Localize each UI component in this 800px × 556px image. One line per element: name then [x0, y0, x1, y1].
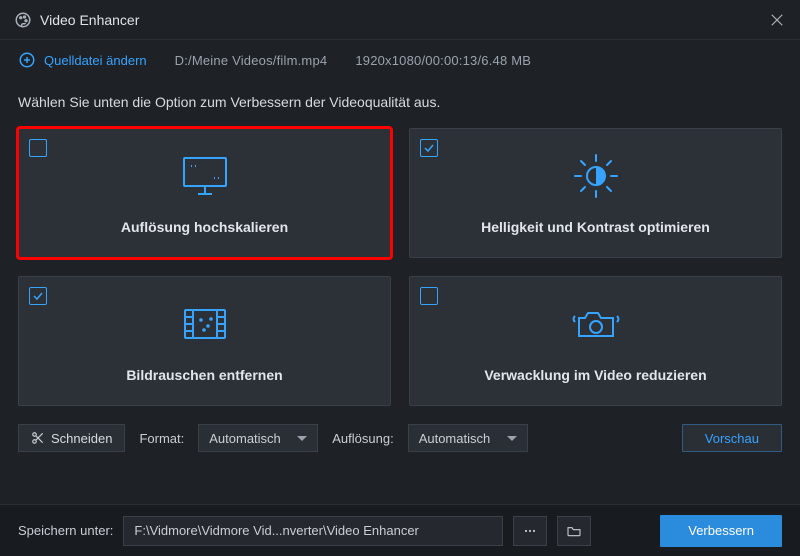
card-upscale[interactable]: Auflösung hochskalieren — [18, 128, 391, 258]
cut-label: Schneiden — [51, 431, 112, 446]
format-value: Automatisch — [209, 431, 281, 446]
check-icon — [423, 142, 435, 154]
change-source-label: Quelldatei ändern — [44, 53, 147, 68]
chevron-down-icon — [297, 436, 307, 446]
preview-label: Vorschau — [705, 431, 759, 446]
checkbox-upscale[interactable] — [29, 139, 47, 157]
change-source-button[interactable]: Quelldatei ändern — [18, 51, 147, 69]
source-toolbar: Quelldatei ändern D:/Meine Videos/film.m… — [0, 40, 800, 80]
options-row: Schneiden Format: Automatisch Auflösung:… — [18, 424, 782, 452]
card-brightness[interactable]: Helligkeit und Kontrast optimieren — [409, 128, 782, 258]
card-label: Helligkeit und Kontrast optimieren — [481, 219, 710, 235]
ellipsis-icon — [522, 523, 538, 539]
checkbox-shake[interactable] — [420, 287, 438, 305]
checkbox-denoise[interactable] — [29, 287, 47, 305]
more-button[interactable] — [513, 516, 547, 546]
source-info: 1920x1080/00:00:13/6.48 MB — [355, 53, 531, 68]
intro-text: Wählen Sie unten die Option zum Verbesse… — [18, 94, 782, 110]
titlebar: Video Enhancer — [0, 0, 800, 40]
film-icon — [181, 304, 229, 344]
enhance-label: Verbessern — [688, 523, 754, 538]
folder-icon — [566, 523, 582, 539]
card-label: Verwacklung im Video reduzieren — [484, 367, 706, 383]
preview-button[interactable]: Vorschau — [682, 424, 782, 452]
source-path: D:/Meine Videos/film.mp4 — [175, 53, 328, 68]
card-label: Bildrauschen entfernen — [126, 367, 282, 383]
card-denoise[interactable]: Bildrauschen entfernen — [18, 276, 391, 406]
format-label: Format: — [139, 431, 184, 446]
close-icon[interactable] — [768, 11, 786, 29]
scissors-icon — [31, 431, 45, 445]
camera-shake-icon — [569, 302, 623, 346]
save-path-input[interactable]: F:\Vidmore\Vidmore Vid...nverter\Video E… — [123, 516, 503, 546]
save-label: Speichern unter: — [18, 523, 113, 538]
option-grid: Auflösung hochskalieren Helligkeit und K… — [18, 128, 782, 406]
format-select[interactable]: Automatisch — [198, 424, 318, 452]
sun-icon — [571, 151, 621, 201]
resolution-value: Automatisch — [419, 431, 491, 446]
browse-folder-button[interactable] — [557, 516, 591, 546]
enhance-button[interactable]: Verbessern — [660, 515, 782, 547]
monitor-icon — [178, 154, 232, 198]
window-title: Video Enhancer — [40, 12, 768, 28]
cut-button[interactable]: Schneiden — [18, 424, 125, 452]
check-icon — [32, 290, 44, 302]
chevron-down-icon — [507, 436, 517, 446]
bottom-bar: Speichern unter: F:\Vidmore\Vidmore Vid.… — [0, 504, 800, 556]
plus-circle-icon — [18, 51, 36, 69]
palette-icon — [14, 11, 32, 29]
card-shake[interactable]: Verwacklung im Video reduzieren — [409, 276, 782, 406]
content: Wählen Sie unten die Option zum Verbesse… — [0, 80, 800, 452]
checkbox-brightness[interactable] — [420, 139, 438, 157]
resolution-label: Auflösung: — [332, 431, 393, 446]
save-path-value: F:\Vidmore\Vidmore Vid...nverter\Video E… — [134, 523, 418, 538]
resolution-select[interactable]: Automatisch — [408, 424, 528, 452]
card-label: Auflösung hochskalieren — [121, 219, 288, 235]
